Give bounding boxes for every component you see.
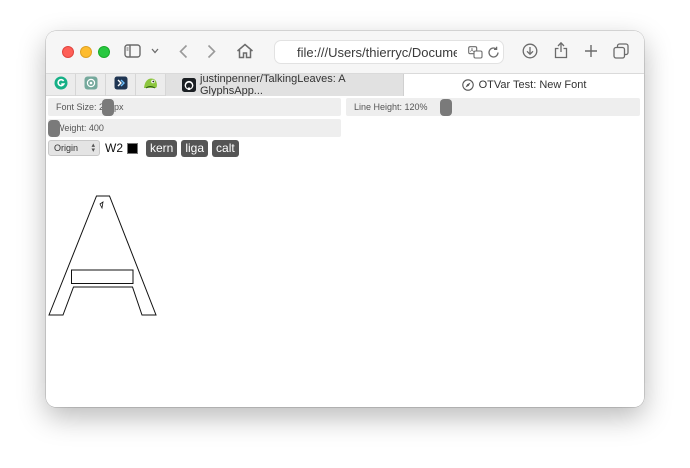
pinned-tab-frog[interactable] xyxy=(136,74,166,96)
translate-icon[interactable]: A xyxy=(467,45,483,59)
forward-arrow-icon[interactable] xyxy=(204,43,218,59)
tab-title: justinpenner/TalkingLeaves: A GlyphsApp.… xyxy=(200,73,345,97)
tab-bar: justinpenner/TalkingLeaves: A GlyphsApp.… xyxy=(46,73,644,97)
blueprint-icon xyxy=(114,76,128,95)
github-icon xyxy=(182,78,196,92)
chevron-down-icon[interactable] xyxy=(150,45,160,57)
share-icon[interactable] xyxy=(552,40,570,60)
close-window-button[interactable] xyxy=(62,46,74,58)
line-height-slider-thumb[interactable] xyxy=(440,99,452,116)
origin-select[interactable]: Origin ▴ ▾ xyxy=(48,140,100,156)
color-swatch[interactable] xyxy=(127,142,138,154)
weight-slider-thumb[interactable] xyxy=(48,120,60,137)
address-bar-url[interactable]: file:///Users/thierryc/Documents/( xyxy=(297,45,457,60)
origin-select-value: Origin xyxy=(54,143,79,153)
font-size-slider-thumb[interactable] xyxy=(102,99,114,116)
grammarly-icon xyxy=(54,76,68,95)
pinned-tab-chatgpt[interactable] xyxy=(76,74,106,96)
weight-label: Weight: 400 xyxy=(56,123,104,133)
tab-talkingleaves[interactable]: justinpenner/TalkingLeaves: A GlyphsApp.… xyxy=(166,73,404,97)
download-icon[interactable] xyxy=(521,42,539,60)
glyph-outline-a xyxy=(48,195,157,316)
pinned-tab-grammarly[interactable] xyxy=(46,74,76,96)
tab-overview-icon[interactable] xyxy=(612,42,630,60)
browser-toolbar: file:///Users/thierryc/Documents/( A xyxy=(46,31,644,73)
line-height-label: Line Height: 120% xyxy=(354,102,428,112)
chatgpt-icon xyxy=(84,76,98,95)
new-tab-plus-icon[interactable] xyxy=(583,42,599,60)
tab-title: OTVar Test: New Font xyxy=(478,79,587,91)
home-icon[interactable] xyxy=(235,42,255,60)
controls-row: Origin ▴ ▾ W2 kern liga calt xyxy=(48,139,239,157)
address-bar[interactable]: file:///Users/thierryc/Documents/( A xyxy=(274,40,504,64)
compass-icon xyxy=(461,79,474,91)
svg-text:A: A xyxy=(470,48,474,54)
line-height-slider[interactable]: Line Height: 120% xyxy=(346,98,640,116)
page-content: Font Size: 200px Line Height: 120% Weigh… xyxy=(46,96,644,407)
minimize-window-button[interactable] xyxy=(80,46,92,58)
select-updown-icon: ▴ ▾ xyxy=(91,142,95,154)
browser-window: file:///Users/thierryc/Documents/( A xyxy=(46,31,644,407)
calt-toggle-button[interactable]: calt xyxy=(212,139,239,157)
frog-icon xyxy=(143,76,158,95)
liga-toggle-button[interactable]: liga xyxy=(181,139,209,157)
glyph-preview xyxy=(48,194,160,325)
sidebar-toggle-icon[interactable] xyxy=(122,43,142,59)
tab-otvar-test[interactable]: OTVar Test: New Font xyxy=(404,74,644,96)
kern-toggle-button[interactable]: kern xyxy=(146,139,178,157)
font-size-slider[interactable]: Font Size: 200px xyxy=(48,98,341,116)
w2-label: W2 xyxy=(105,141,123,155)
maximize-window-button[interactable] xyxy=(98,46,110,58)
back-arrow-icon[interactable] xyxy=(176,43,190,59)
pinned-tab-blueprint[interactable] xyxy=(106,74,136,96)
reload-icon[interactable] xyxy=(486,45,500,59)
weight-slider[interactable]: Weight: 400 xyxy=(48,119,341,137)
